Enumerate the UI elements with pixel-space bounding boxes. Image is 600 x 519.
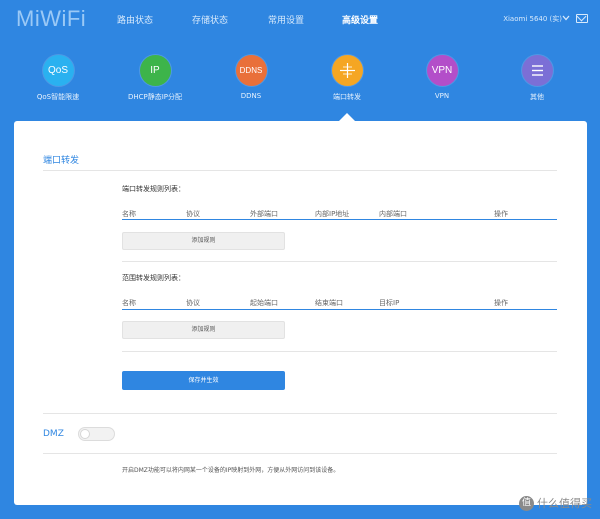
mail-icon[interactable]	[576, 14, 588, 23]
watermark-text: 什么值得买	[537, 496, 592, 510]
add-range-rule-button[interactable]: 添加规则	[122, 321, 285, 339]
active-tool-pointer	[339, 113, 355, 121]
port-forward-panel: 端口转发 端口转发规则列表： 名称 协议 外部端口 内部IP地址 内部端口 操作…	[14, 121, 587, 505]
ip-icon: IP	[139, 55, 171, 86]
nav-common-settings[interactable]: 常用设置	[268, 13, 304, 26]
col-external-port: 外部端口	[250, 210, 278, 218]
col-name: 名称	[122, 299, 136, 307]
col-actions: 操作	[494, 299, 508, 307]
port-forward-icon	[331, 55, 363, 86]
nav-router-status[interactable]: 路由状态	[117, 13, 153, 26]
top-bar: MiWiFi 路由状态 存储状态 常用设置 高级设置 Xiaomi 5640 (…	[0, 0, 600, 40]
tool-dhcp-label: DHCP静态IP分配	[127, 93, 183, 101]
table-header-underline	[122, 219, 557, 220]
tool-dhcp-static-ip[interactable]: IP DHCP静态IP分配	[115, 55, 195, 102]
table-header-underline	[122, 309, 557, 310]
tool-vpn[interactable]: VPN VPN	[402, 55, 482, 100]
qos-icon: QoS	[42, 55, 74, 86]
divider	[43, 453, 557, 454]
range-list-title: 范围转发规则列表：	[122, 274, 185, 282]
divider	[43, 413, 557, 414]
device-selector[interactable]: Xiaomi 5640 (实)	[503, 14, 562, 24]
divider	[122, 261, 557, 262]
dmz-label: DMZ	[43, 429, 64, 439]
col-protocol: 协议	[186, 299, 200, 307]
nav-storage-status[interactable]: 存储状态	[192, 13, 228, 26]
watermark: 值什么值得买	[519, 495, 592, 511]
rule-list-title: 端口转发规则列表：	[122, 185, 185, 193]
col-protocol: 协议	[186, 210, 200, 218]
tool-qos-label: QoS智能限速	[36, 93, 80, 101]
tool-port-forward-label: 端口转发	[333, 93, 361, 101]
nav-advanced-settings[interactable]: 高级设置	[342, 13, 378, 26]
divider	[122, 351, 557, 352]
tool-ddns[interactable]: DDNS DDNS	[211, 55, 291, 100]
menu-icon	[521, 55, 553, 86]
col-actions: 操作	[494, 210, 508, 218]
divider	[43, 170, 557, 171]
dmz-toggle[interactable]	[78, 427, 115, 441]
col-internal-ip: 内部IP地址	[315, 210, 350, 218]
col-start-port: 起始端口	[250, 299, 278, 307]
chevron-down-icon[interactable]	[562, 13, 570, 23]
tool-qos[interactable]: QoS QoS智能限速	[18, 55, 98, 102]
tool-ddns-label: DDNS	[240, 92, 262, 100]
dmz-description: 开启DMZ功能可以将内网某一个设备的IP映射到外网，方便从外网访问到该设备。	[122, 467, 340, 474]
tool-other-label: 其他	[530, 93, 544, 101]
ddns-icon: DDNS	[235, 55, 267, 86]
col-target-ip: 目标IP	[379, 299, 400, 307]
save-apply-button[interactable]: 保存并生效	[122, 371, 285, 390]
advanced-tools: QoS QoS智能限速 IP DHCP静态IP分配 DDNS DDNS 端口转发…	[0, 55, 600, 115]
section-title: 端口转发	[43, 156, 80, 166]
col-internal-port: 内部端口	[379, 210, 407, 218]
tool-other[interactable]: 其他	[497, 55, 577, 102]
vpn-icon: VPN	[426, 55, 458, 86]
col-end-port: 结束端口	[315, 299, 343, 307]
tool-vpn-label: VPN	[434, 92, 450, 100]
add-port-rule-button[interactable]: 添加规则	[122, 232, 285, 250]
col-name: 名称	[122, 210, 136, 218]
toggle-knob	[80, 429, 90, 439]
watermark-badge: 值	[519, 496, 534, 511]
tool-port-forward[interactable]: 端口转发	[307, 55, 387, 102]
